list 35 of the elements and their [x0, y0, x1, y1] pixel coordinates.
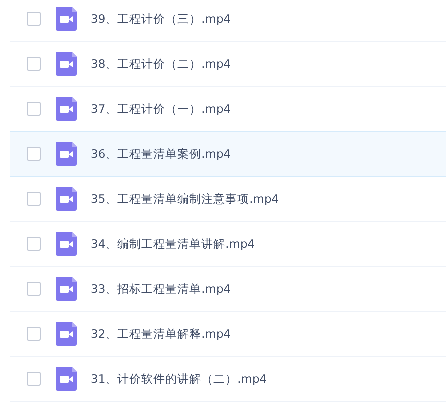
checkbox[interactable]: [27, 102, 41, 116]
file-row[interactable]: 33、招标工程量清单.mp4: [10, 267, 446, 312]
video-file-icon: [56, 187, 77, 211]
checkbox[interactable]: [27, 192, 41, 206]
checkbox[interactable]: [27, 12, 41, 26]
file-name[interactable]: 39、工程计价（三）.mp4: [91, 12, 232, 26]
checkbox[interactable]: [27, 282, 41, 296]
video-file-icon: [56, 322, 77, 346]
file-name[interactable]: 31、计价软件的讲解（二）.mp4: [91, 372, 268, 386]
checkbox[interactable]: [27, 57, 41, 71]
file-row[interactable]: 32、工程量清单解释.mp4: [10, 312, 446, 357]
checkbox[interactable]: [27, 372, 41, 386]
video-file-icon: [56, 232, 77, 256]
video-file-icon: [56, 97, 77, 121]
checkbox[interactable]: [27, 147, 41, 161]
file-name[interactable]: 37、工程计价（一）.mp4: [91, 102, 232, 116]
file-name[interactable]: 38、工程计价（二）.mp4: [91, 56, 232, 72]
file-name[interactable]: 33、招标工程量清单.mp4: [91, 282, 232, 296]
video-file-icon: [56, 367, 77, 391]
checkbox[interactable]: [27, 327, 41, 341]
file-row[interactable]: 36、工程量清单案例.mp4: [10, 132, 446, 177]
file-row[interactable]: 39、工程计价（三）.mp4: [10, 0, 446, 42]
file-name[interactable]: 34、编制工程量清单讲解.mp4: [91, 236, 256, 252]
file-name[interactable]: 35、工程量清单编制注意事项.mp4: [91, 192, 280, 206]
file-row[interactable]: 35、工程量清单编制注意事项.mp4: [10, 177, 446, 222]
video-file-icon: [56, 52, 77, 76]
file-row[interactable]: 31、计价软件的讲解（二）.mp4: [10, 357, 446, 402]
file-name[interactable]: 32、工程量清单解释.mp4: [91, 326, 232, 342]
file-name[interactable]: 36、工程量清单案例.mp4: [91, 146, 232, 162]
checkbox[interactable]: [27, 237, 41, 251]
video-file-icon: [56, 7, 77, 31]
file-row[interactable]: 34、编制工程量清单讲解.mp4: [10, 222, 446, 267]
file-row[interactable]: 38、工程计价（二）.mp4: [10, 42, 446, 87]
video-file-icon: [56, 142, 77, 166]
video-file-icon: [56, 277, 77, 301]
